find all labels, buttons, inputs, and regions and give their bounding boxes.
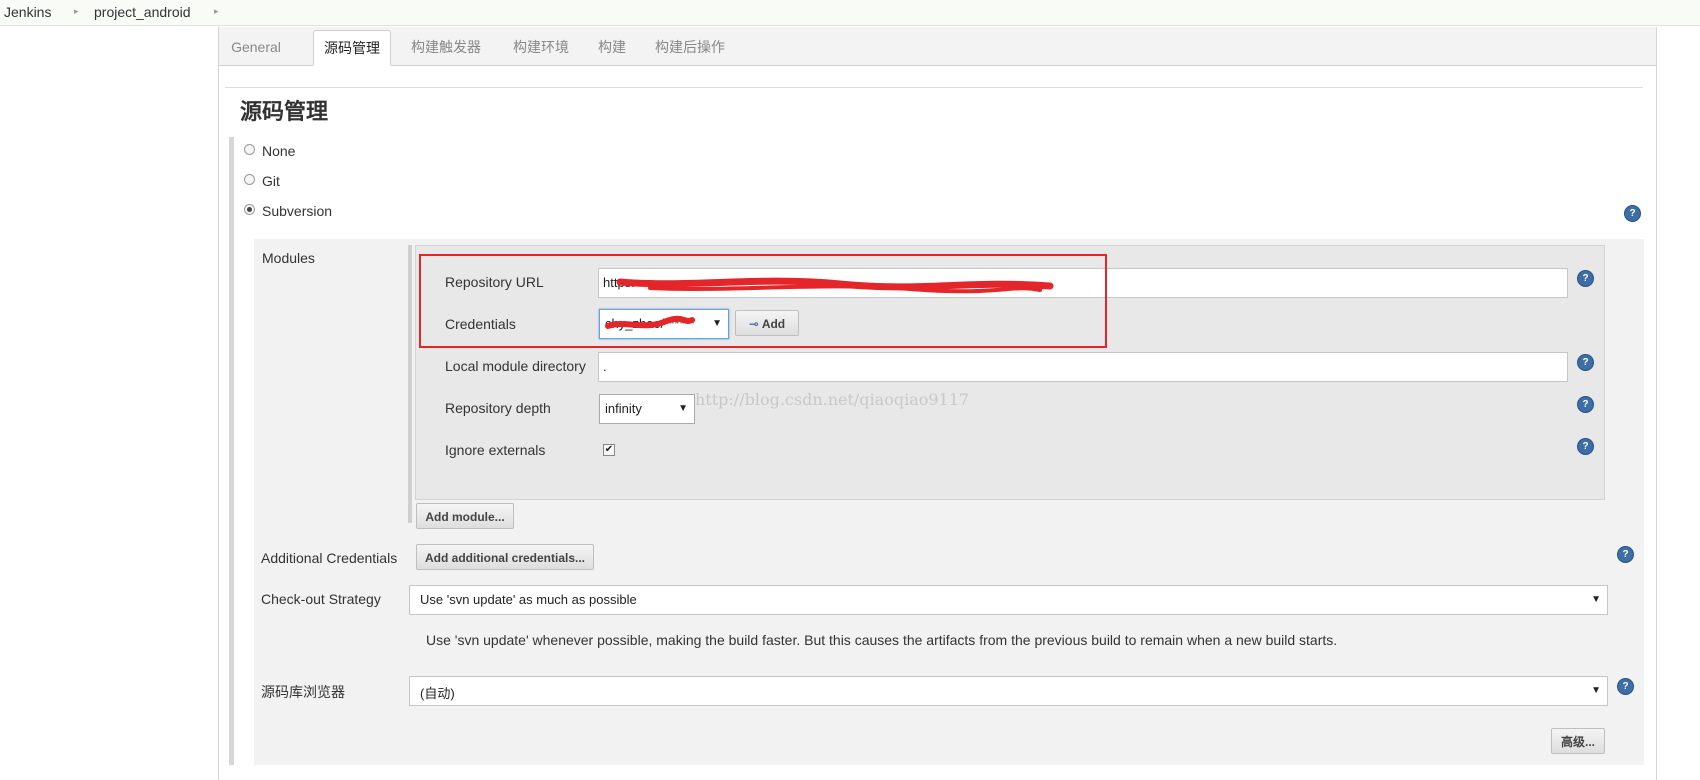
help-icon[interactable]: ?: [1577, 354, 1594, 371]
repository-depth-label: Repository depth: [445, 400, 551, 416]
tab-post-build-actions[interactable]: 构建后操作: [645, 30, 735, 64]
radio-subversion-label: Subversion: [262, 203, 333, 219]
modules-rail: [408, 245, 412, 523]
repository-depth-value: infinity: [605, 401, 642, 416]
radio-git-label: Git: [262, 173, 280, 189]
section-rail: [229, 137, 234, 765]
advanced-button[interactable]: 高级...: [1551, 728, 1605, 754]
local-module-directory-label: Local module directory: [445, 358, 586, 374]
radio-none-label: None: [262, 143, 296, 159]
checkout-strategy-description: Use 'svn update' whenever possible, maki…: [426, 632, 1338, 648]
help-icon[interactable]: ?: [1577, 396, 1594, 413]
repository-depth-select[interactable]: infinity ▼: [599, 394, 695, 424]
tab-build-triggers[interactable]: 构建触发器: [401, 30, 491, 64]
chevron-down-icon: ▼: [1591, 594, 1601, 605]
help-icon[interactable]: ?: [1577, 270, 1594, 287]
help-icon[interactable]: ?: [1617, 546, 1634, 563]
additional-credentials-label: Additional Credentials: [261, 550, 398, 566]
ignore-externals-checkbox[interactable]: ✔: [603, 444, 615, 456]
section-title: 源码管理: [240, 99, 329, 124]
checkout-strategy-label: Check-out Strategy: [261, 591, 381, 607]
tab-build-environment[interactable]: 构建环境: [503, 30, 579, 64]
ignore-externals-label: Ignore externals: [445, 442, 546, 458]
tab-build[interactable]: 构建: [591, 30, 633, 64]
checkout-strategy-select[interactable]: Use 'svn update' as much as possible ▼: [409, 585, 1608, 615]
breadcrumb-chevron-icon[interactable]: ▸: [214, 6, 219, 17]
checkout-strategy-value: Use 'svn update' as much as possible: [420, 592, 637, 607]
radio-git[interactable]: [244, 174, 255, 185]
tab-bar: General 源码管理 构建触发器 构建环境 构建 构建后操作: [219, 27, 1656, 66]
annotation-highlight-box: [419, 254, 1107, 348]
tab-source-code-management[interactable]: 源码管理: [313, 30, 391, 66]
help-icon[interactable]: ?: [1577, 438, 1594, 455]
breadcrumb-jenkins[interactable]: Jenkins: [4, 4, 51, 20]
breadcrumb: Jenkins ▸ project_android ▸: [0, 0, 1700, 26]
section-divider: [225, 87, 1643, 88]
help-icon[interactable]: ?: [1617, 678, 1634, 695]
chevron-down-icon: ▼: [1591, 685, 1601, 696]
add-module-button[interactable]: Add module...: [416, 503, 514, 529]
repository-browser-value: (自动): [420, 686, 455, 701]
chevron-down-icon: ▼: [678, 403, 688, 414]
modules-label: Modules: [262, 250, 315, 266]
radio-none[interactable]: [244, 144, 255, 155]
add-additional-credentials-button[interactable]: Add additional credentials...: [416, 544, 594, 570]
repository-browser-label: 源码库浏览器: [261, 684, 345, 700]
repository-browser-select[interactable]: (自动) ▼: [409, 676, 1608, 706]
breadcrumb-project[interactable]: project_android: [94, 4, 191, 20]
radio-subversion[interactable]: [244, 204, 255, 215]
help-icon[interactable]: ?: [1624, 205, 1641, 222]
tab-general[interactable]: General: [223, 30, 289, 64]
watermark-text: http://blog.csdn.net/qiaoqiao9117: [695, 390, 970, 409]
breadcrumb-chevron-icon[interactable]: ▸: [74, 6, 79, 17]
local-module-directory-input[interactable]: .: [598, 352, 1568, 382]
